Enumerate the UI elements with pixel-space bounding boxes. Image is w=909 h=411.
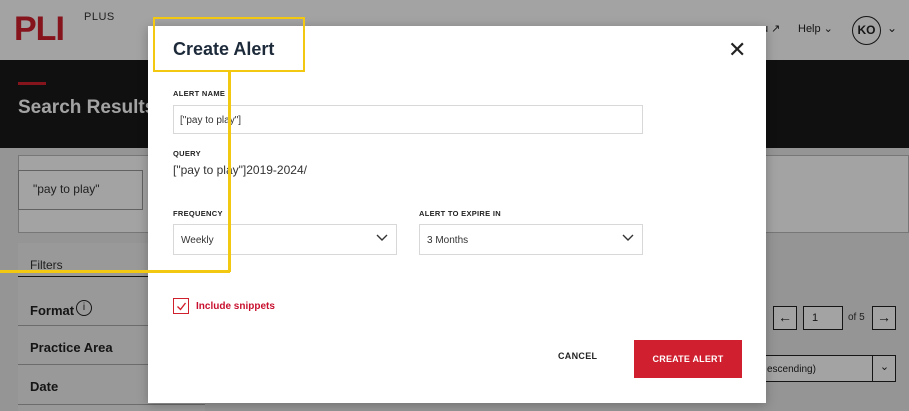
alert-name-label: ALERT NAME (173, 89, 226, 98)
check-icon (177, 302, 187, 311)
cancel-button[interactable]: CANCEL (558, 351, 597, 361)
expire-label: ALERT TO EXPIRE IN (419, 209, 501, 218)
expire-select[interactable]: 3 Months (419, 224, 643, 255)
create-alert-button[interactable]: CREATE ALERT (634, 340, 742, 378)
query-label: QUERY (173, 149, 201, 158)
create-alert-modal: Create Alert ✕ ALERT NAME ["pay to play"… (148, 26, 766, 403)
query-value: ["pay to play"]2019-2024/ (173, 163, 307, 177)
frequency-selected-value: Weekly (181, 235, 214, 246)
include-snippets-label[interactable]: Include snippets (196, 301, 275, 312)
highlight-connector-vertical (228, 72, 231, 272)
highlight-connector-horizontal (0, 270, 230, 273)
chevron-down-icon (376, 234, 388, 241)
frequency-select[interactable]: Weekly (173, 224, 397, 255)
highlight-box (153, 17, 305, 72)
expire-selected-value: 3 Months (427, 235, 469, 246)
chevron-down-icon (622, 234, 634, 241)
include-snippets-checkbox[interactable] (173, 298, 189, 314)
close-icon[interactable]: ✕ (728, 39, 746, 61)
alert-name-input[interactable]: ["pay to play"] (173, 105, 643, 134)
frequency-label: FREQUENCY (173, 209, 223, 218)
